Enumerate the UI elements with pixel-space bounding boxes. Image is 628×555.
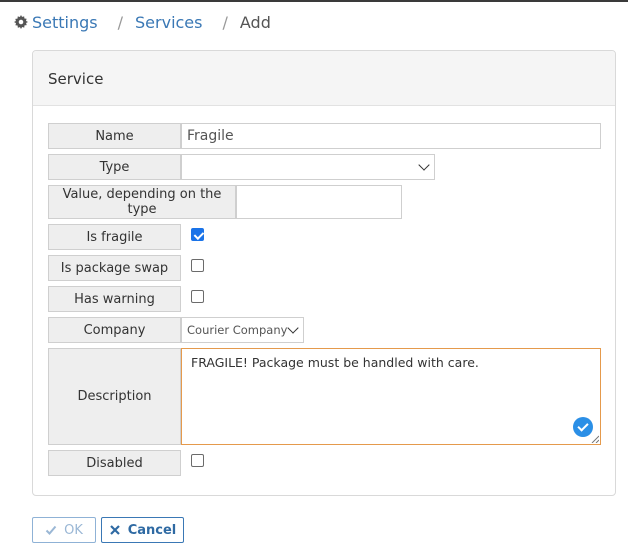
value-label: Value, depending on the type [48, 185, 236, 219]
type-label: Type [48, 154, 181, 180]
resize-grip-icon[interactable] [591, 435, 599, 443]
description-textarea[interactable]: FRAGILE! Package must be handled with ca… [181, 348, 601, 445]
company-select[interactable]: Courier Company [181, 317, 304, 343]
disabled-label: Disabled [48, 450, 181, 476]
description-text: FRAGILE! Package must be handled with ca… [191, 355, 479, 370]
has-warning-label: Has warning [48, 286, 181, 312]
breadcrumb-current-page: Add [239, 12, 271, 32]
gear-icon [14, 15, 28, 29]
breadcrumb-settings-link[interactable]: Settings [32, 13, 98, 32]
close-icon [109, 525, 120, 535]
description-label: Description [48, 348, 181, 445]
company-select-value: Courier Company [187, 323, 288, 337]
panel-header: Service [33, 51, 615, 106]
breadcrumb: Settings / Services / Add [14, 12, 271, 32]
breadcrumb-services-link[interactable]: Services [135, 13, 202, 32]
is-fragile-checkbox[interactable] [191, 228, 204, 241]
chevron-down-icon [418, 159, 430, 171]
ok-button-label: OK [64, 522, 83, 538]
type-select[interactable] [181, 154, 435, 180]
breadcrumb-separator: / [222, 12, 228, 32]
breadcrumb-separator: / [117, 12, 124, 32]
name-input[interactable]: Fragile [181, 123, 601, 149]
is-package-swap-checkbox[interactable] [191, 259, 204, 272]
is-fragile-label: Is fragile [48, 224, 181, 250]
ok-button[interactable]: OK [32, 517, 96, 543]
check-circle-icon [573, 417, 593, 437]
name-label: Name [48, 123, 181, 149]
disabled-checkbox[interactable] [191, 454, 204, 467]
company-label: Company [48, 317, 181, 343]
chevron-down-icon [287, 322, 299, 334]
has-warning-checkbox[interactable] [191, 290, 204, 303]
is-package-swap-label: Is package swap [48, 255, 181, 281]
cancel-button[interactable]: Cancel [101, 517, 184, 543]
check-icon [45, 525, 57, 535]
value-input[interactable] [236, 185, 402, 219]
cancel-button-label: Cancel [127, 522, 177, 538]
window-top-border [0, 0, 628, 2]
panel-title: Service [48, 70, 104, 88]
